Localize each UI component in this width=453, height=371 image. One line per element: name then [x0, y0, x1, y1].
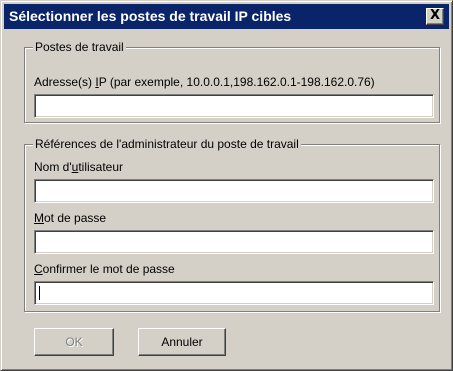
cancel-button[interactable]: Annuler: [138, 328, 226, 356]
ip-address-input[interactable]: [34, 94, 434, 118]
password-input[interactable]: [34, 230, 434, 254]
ip-address-label: Adresse(s) IP (par exemple, 10.0.0.1,198…: [34, 75, 375, 89]
close-button[interactable]: X: [426, 8, 444, 25]
text-caret: [39, 286, 40, 300]
title-bar[interactable]: Sélectionner les postes de travail IP ci…: [4, 4, 449, 29]
select-target-workstations-dialog: Sélectionner les postes de travail IP ci…: [0, 0, 453, 371]
username-input[interactable]: [34, 179, 434, 203]
username-label: Nom d'utilisateur: [34, 160, 124, 174]
close-icon: X: [429, 8, 441, 23]
confirm-password-label: Confirmer le mot de passe: [34, 262, 175, 276]
dialog-title: Sélectionner les postes de travail IP ci…: [9, 8, 292, 24]
workstations-group-legend: Postes de travail: [33, 40, 126, 54]
ok-button[interactable]: OK: [34, 328, 114, 356]
admin-credentials-group-legend: Références de l'administrateur du poste …: [33, 137, 301, 151]
confirm-password-input[interactable]: [34, 281, 434, 305]
password-label: Mot de passe: [34, 211, 107, 225]
